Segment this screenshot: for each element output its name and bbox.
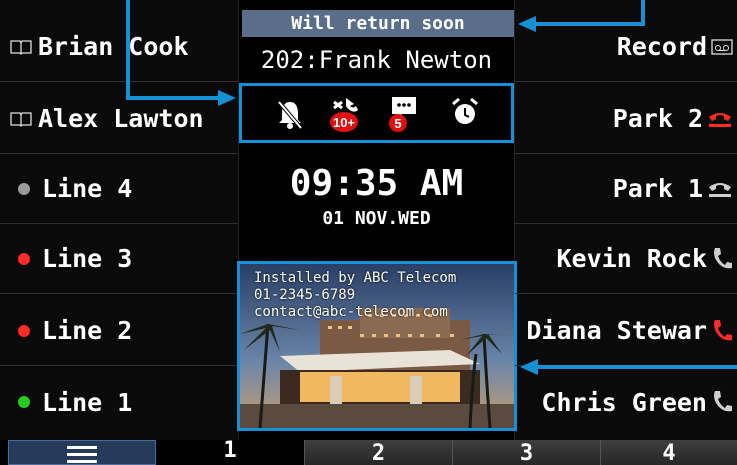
book-icon: [10, 39, 32, 55]
speed-dial-alex-lawton[interactable]: Alex Lawton: [0, 84, 238, 154]
speed-dial-kevin-rock[interactable]: Kevin Rock: [515, 224, 737, 294]
phone-screen: Brian Cook Alex Lawton Line 4 Line 3 Lin…: [0, 0, 737, 465]
line-key-4[interactable]: Line 4: [0, 154, 238, 224]
key-label: Line 4: [42, 174, 133, 203]
key-label: Chris Green: [541, 387, 707, 417]
callout-line: [536, 365, 737, 369]
handset-icon: [714, 247, 732, 268]
key-label: Kevin Rock: [556, 244, 707, 273]
extension-name: 202:Frank Newton: [260, 46, 493, 74]
key-label: Brian Cook: [38, 32, 189, 61]
tab-page-3[interactable]: 3: [452, 440, 600, 465]
wallpaper-photo: Installed by ABC Telecom 01-2345-6789 co…: [237, 261, 517, 431]
installer-phone: 01-2345-6789: [254, 287, 356, 303]
key-label: Diana Stewar: [526, 316, 707, 345]
callout-line: [534, 22, 645, 26]
notification-icons-box: 10+ 5: [239, 83, 514, 143]
key-label: Record: [616, 32, 707, 61]
clock-date: 01 NOV.WED: [322, 208, 431, 229]
tab-page-1[interactable]: 1: [156, 440, 304, 465]
key-label: Line 2: [42, 316, 133, 345]
key-label: Alex Lawton: [38, 104, 204, 133]
voicemail-tape-icon: [711, 38, 733, 55]
tab-page-4[interactable]: 4: [600, 440, 737, 465]
line-key-2[interactable]: Line 2: [0, 296, 238, 366]
dnd-bell-icon[interactable]: [272, 94, 308, 134]
key-label: Park 2: [612, 104, 703, 133]
menu-icon: [67, 446, 97, 463]
park-1-key[interactable]: Park 1: [515, 154, 737, 224]
line-status-dot: [18, 252, 30, 265]
callout-line: [126, 96, 222, 100]
line-status-dot: [18, 324, 30, 337]
line-key-1[interactable]: Line 1: [0, 367, 238, 437]
alarm-clock-icon[interactable]: [447, 94, 483, 134]
handset-icon: [714, 319, 732, 340]
installer-info: Installed by ABC Telecom 01-2345-6789 co…: [254, 270, 456, 321]
key-label: Park 1: [612, 174, 703, 203]
clock-time: 09:35 AM: [289, 163, 464, 204]
voicemail-icon[interactable]: 5: [386, 94, 422, 134]
key-label: Line 3: [42, 244, 133, 273]
installer-name: Installed by ABC Telecom: [254, 270, 457, 286]
tab-page-2[interactable]: 2: [304, 440, 452, 465]
callout-line: [126, 0, 130, 100]
callout-arrowhead: [518, 16, 536, 32]
menu-tab[interactable]: [8, 440, 156, 465]
missed-call-icon[interactable]: 10+: [326, 94, 362, 134]
installer-email: contact@abc-telecom.com: [254, 304, 448, 320]
line-status-dot: [18, 182, 30, 195]
line-key-3[interactable]: Line 3: [0, 224, 238, 294]
key-label: Line 1: [42, 387, 133, 417]
svg-text:5: 5: [394, 116, 401, 131]
park-handset-icon: [709, 182, 731, 197]
page-tabs: 1 2 3 4: [0, 440, 737, 465]
park-2-key[interactable]: Park 2: [515, 84, 737, 154]
callout-arrowhead: [520, 359, 538, 375]
svg-text:10+: 10+: [333, 115, 355, 130]
status-banner: Will return soon: [242, 10, 514, 37]
callout-arrowhead: [218, 90, 236, 106]
speed-dial-chris-green[interactable]: Chris Green: [515, 367, 737, 437]
book-icon: [10, 111, 32, 127]
park-handset-icon: [709, 112, 731, 127]
handset-icon: [714, 391, 732, 412]
speed-dial-diana-stewart[interactable]: Diana Stewar: [515, 296, 737, 366]
line-status-dot: [18, 396, 30, 408]
speed-dial-brian-cook[interactable]: Brian Cook: [0, 12, 238, 82]
